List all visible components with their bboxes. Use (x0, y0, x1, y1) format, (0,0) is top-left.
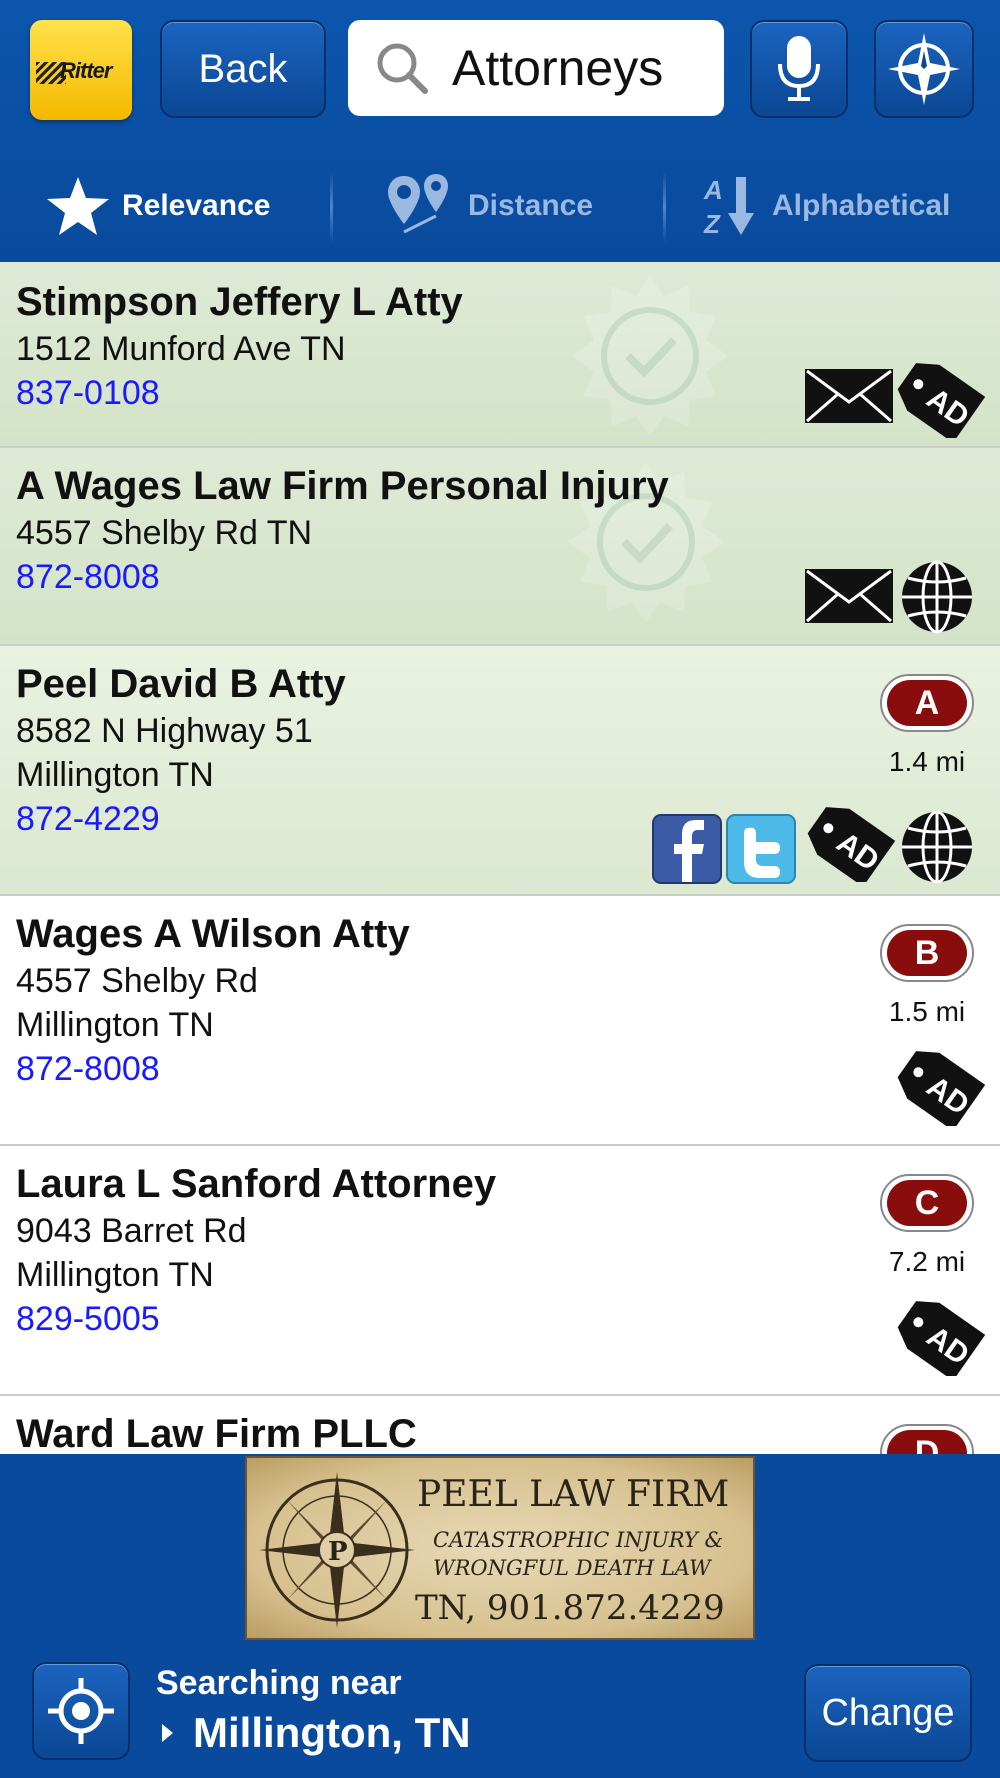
map-marker-badge[interactable]: D (880, 1424, 974, 1454)
listing-city: Millington TN (16, 1006, 214, 1044)
search-query: Attorneys (452, 40, 664, 96)
tab-relevance-label: Relevance (122, 189, 271, 222)
tab-divider (330, 170, 333, 244)
tab-relevance[interactable]: Relevance (46, 150, 270, 262)
search-field[interactable]: Attorneys (348, 20, 724, 116)
list-item[interactable]: Stimpson Jeffery L Atty 1512 Munford Ave… (0, 262, 1000, 448)
ad-tag-icon[interactable]: AD (890, 1296, 986, 1376)
listing-phone[interactable]: 872-8008 (16, 1050, 160, 1089)
listing-name[interactable]: Stimpson Jeffery L Atty (16, 280, 463, 325)
listing-distance: 1.5 mi (888, 996, 966, 1027)
tab-distance-label: Distance (468, 189, 594, 222)
tab-divider (663, 170, 666, 244)
verified-seal-icon (572, 276, 728, 436)
search-icon (377, 43, 428, 94)
svg-text:P: P (328, 1537, 348, 1567)
globe-icon[interactable] (900, 810, 974, 884)
current-location-button[interactable] (32, 1662, 130, 1760)
az-sort-icon: A Z (703, 175, 754, 239)
ad-tag-icon[interactable]: AD (890, 358, 986, 438)
mail-icon[interactable] (804, 568, 894, 624)
sort-tabs: Relevance Distance A Z Alphabetical (0, 150, 1000, 262)
twitter-icon[interactable] (726, 814, 796, 884)
ritter-logo[interactable]: Ritter (30, 20, 132, 120)
listing-address: 4557 Shelby Rd TN (16, 514, 313, 552)
logo-text: Ritter (60, 58, 112, 83)
tab-alphabetical-label: Alphabetical (772, 189, 951, 222)
listing-phone[interactable]: 837-0108 (16, 374, 160, 413)
banner-phone: TN, 901.872.4229 (415, 1588, 725, 1628)
listing-address: 1512 Munford Ave TN (16, 330, 346, 368)
star-icon (47, 177, 109, 235)
list-item[interactable]: A Wages Law Firm Personal Injury 4557 Sh… (0, 448, 1000, 646)
back-button[interactable]: Back (160, 20, 326, 118)
microphone-button[interactable] (750, 20, 848, 118)
disclosure-arrow-icon (162, 1724, 173, 1742)
listing-name[interactable]: Wages A Wilson Atty (16, 912, 410, 957)
banner-firm-name: PEEL LAW FIRM (417, 1474, 730, 1515)
top-bar: Ritter Back Attorneys Relevance Distance… (0, 0, 1000, 262)
listing-address: 4557 Shelby Rd (16, 962, 258, 1000)
banner-area: P PEEL LAW FIRM CATASTROPHIC INJURY & WR… (0, 1454, 1000, 1654)
compass-button[interactable] (874, 20, 974, 118)
listing-name[interactable]: Peel David B Atty (16, 662, 346, 707)
microphone-icon (778, 36, 820, 101)
banner-tagline-1: CATASTROPHIC INJURY & (433, 1528, 724, 1552)
listing-distance: 7.2 mi (888, 1246, 966, 1277)
compass-rose-icon: P (259, 1472, 415, 1628)
change-location-button[interactable]: Change (804, 1664, 972, 1762)
location-target-icon (48, 1678, 114, 1744)
map-pins-icon (388, 174, 448, 234)
tab-distance[interactable]: Distance (384, 150, 593, 262)
compass-icon (888, 33, 960, 105)
svg-text:A: A (703, 175, 723, 205)
listing-name[interactable]: Ward Law Firm PLLC (16, 1412, 417, 1454)
map-marker-badge[interactable]: A (880, 674, 974, 732)
ad-tag-icon[interactable]: AD (800, 802, 896, 882)
listing-city: Millington TN (16, 756, 214, 794)
results-list[interactable]: Stimpson Jeffery L Atty 1512 Munford Ave… (0, 262, 1000, 1454)
globe-icon[interactable] (900, 560, 974, 634)
searching-near-label: Searching near (156, 1664, 402, 1702)
ad-tag-icon[interactable]: AD (890, 1046, 986, 1126)
bottom-bar: Searching near Millington, TN Change (0, 1654, 1000, 1778)
listing-address: 9043 Barret Rd (16, 1212, 247, 1250)
mail-icon[interactable] (804, 368, 894, 424)
svg-text:Z: Z (703, 209, 721, 239)
listing-city: Millington TN (16, 1256, 214, 1294)
location-name: Millington, TN (193, 1709, 471, 1756)
list-item[interactable]: Laura L Sanford Attorney 9043 Barret Rd … (0, 1146, 1000, 1396)
list-item[interactable]: Wages A Wilson Atty 4557 Shelby Rd Milli… (0, 896, 1000, 1146)
tab-alphabetical[interactable]: A Z Alphabetical (702, 150, 950, 262)
facebook-icon[interactable] (652, 814, 722, 884)
listing-phone[interactable]: 829-5005 (16, 1300, 160, 1339)
location-selector[interactable]: Millington, TN (156, 1709, 471, 1757)
listing-phone[interactable]: 872-4229 (16, 800, 160, 839)
listing-phone[interactable]: 872-8008 (16, 558, 160, 597)
banner-ad[interactable]: P PEEL LAW FIRM CATASTROPHIC INJURY & WR… (245, 1456, 755, 1640)
listing-name[interactable]: Laura L Sanford Attorney (16, 1162, 496, 1207)
list-item[interactable]: Ward Law Firm PLLC D (0, 1396, 1000, 1454)
map-marker-badge[interactable]: B (880, 924, 974, 982)
listing-distance: 1.4 mi (888, 746, 966, 777)
map-marker-badge[interactable]: C (880, 1174, 974, 1232)
listing-address: 8582 N Highway 51 (16, 712, 313, 750)
banner-tagline-2: WRONGFUL DEATH LAW (433, 1556, 711, 1580)
list-item[interactable]: Peel David B Atty 8582 N Highway 51 Mill… (0, 646, 1000, 896)
listing-name[interactable]: A Wages Law Firm Personal Injury (16, 464, 669, 509)
